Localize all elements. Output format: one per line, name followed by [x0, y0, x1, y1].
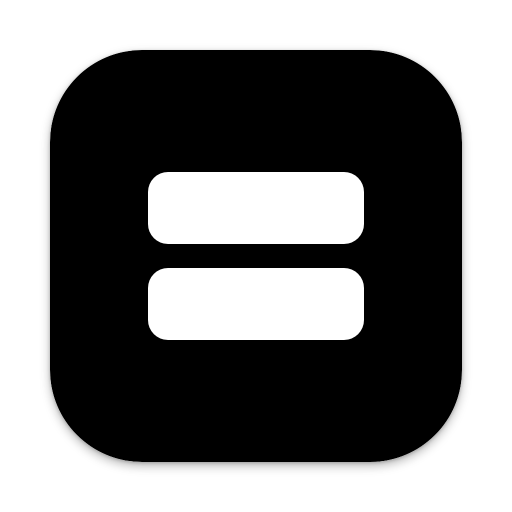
equals-bottom-bar [148, 268, 364, 340]
canvas [0, 0, 512, 512]
icon-tile [50, 50, 462, 462]
app-icon[interactable] [50, 50, 462, 462]
equals-top-bar [148, 172, 364, 244]
equals-sign-app-icon [50, 50, 462, 462]
